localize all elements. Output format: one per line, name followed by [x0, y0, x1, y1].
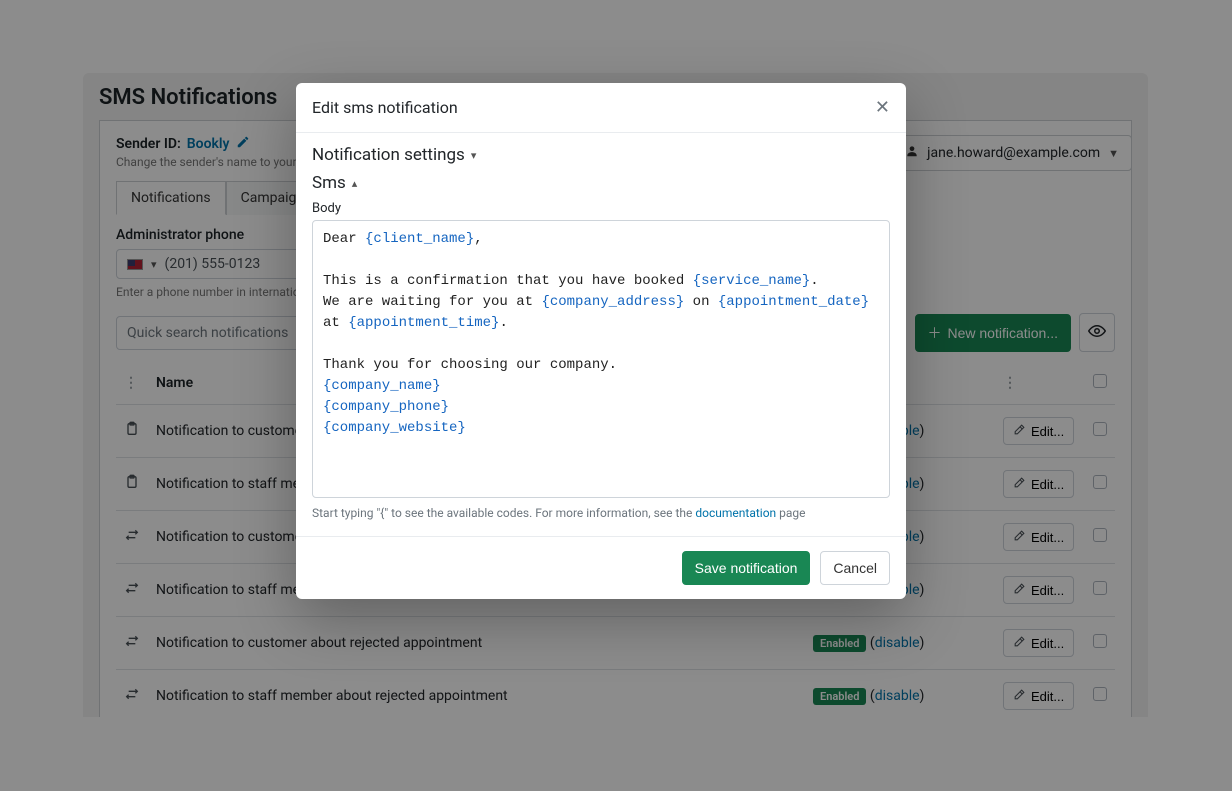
- cancel-button[interactable]: Cancel: [820, 551, 890, 585]
- body-label: Body: [312, 201, 890, 216]
- section-sms[interactable]: Sms ▴: [312, 173, 890, 193]
- section-sms-label: Sms: [312, 173, 346, 193]
- save-notification-button[interactable]: Save notification: [682, 551, 811, 585]
- chevron-down-icon: ▾: [471, 149, 477, 162]
- section-notification-settings[interactable]: Notification settings ▾: [312, 145, 890, 165]
- editor-hint: Start typing "{" to see the available co…: [312, 498, 890, 530]
- close-button[interactable]: ✕: [875, 97, 890, 118]
- body-editor[interactable]: Dear {client_name}, This is a confirmati…: [312, 220, 890, 498]
- close-icon: ✕: [875, 97, 890, 117]
- modal-title: Edit sms notification: [312, 98, 458, 117]
- template-placeholder: {company_phone}: [323, 399, 449, 415]
- template-placeholder: {appointment_date}: [718, 294, 869, 310]
- section-settings-label: Notification settings: [312, 145, 465, 165]
- template-placeholder: {client_name}: [365, 231, 474, 247]
- documentation-link[interactable]: documentation: [695, 506, 776, 520]
- template-placeholder: {company_name}: [323, 378, 441, 394]
- template-placeholder: {company_address}: [541, 294, 684, 310]
- chevron-up-icon: ▴: [352, 177, 358, 190]
- edit-sms-modal: Edit sms notification ✕ Notification set…: [296, 83, 906, 599]
- hint-prefix: Start typing "{" to see the available co…: [312, 506, 695, 520]
- template-placeholder: {appointment_time}: [348, 315, 499, 331]
- template-placeholder: {company_website}: [323, 420, 466, 436]
- hint-suffix: page: [776, 506, 805, 520]
- template-placeholder: {service_name}: [693, 273, 811, 289]
